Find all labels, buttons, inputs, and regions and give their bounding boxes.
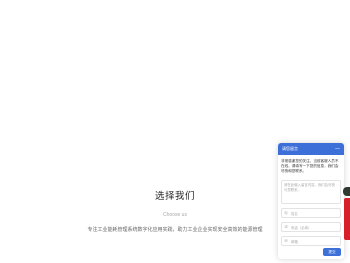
submit-button[interactable]: 提交 (323, 248, 341, 256)
phone-placeholder: 电话（必填） (291, 225, 312, 230)
message-textarea[interactable]: 请在此输入留言内容，我们会尽快与您联系。 (281, 180, 341, 204)
email-field[interactable]: ✉ 邮箱 (281, 236, 341, 246)
minimize-button[interactable]: — (335, 143, 340, 155)
chat-header: 请您留言 — (278, 143, 344, 155)
side-contact-tab[interactable] (344, 198, 350, 240)
phone-icon: ☏ (284, 225, 289, 229)
side-float-button[interactable] (343, 187, 350, 196)
textarea-placeholder: 请在此输入留言内容，我们会尽快与您联系。 (284, 183, 335, 192)
chat-header-title: 请您留言 (282, 146, 298, 151)
user-icon: ☺ (284, 211, 288, 215)
email-placeholder: 邮箱 (291, 239, 298, 244)
chat-message: 非常感谢您的关注，当前客服人员不在线，请填写一下您的信息，我们会尽快和您联系。 (281, 159, 339, 173)
phone-field[interactable]: ☏ 电话（必填） (281, 222, 341, 232)
name-placeholder: 姓名 (291, 211, 298, 216)
mail-icon: ✉ (284, 239, 288, 243)
chat-widget: 请您留言 — 非常感谢您的关注，当前客服人员不在线，请填写一下您的信息，我们会尽… (278, 143, 344, 259)
name-field[interactable]: ☺ 姓名 (281, 208, 341, 218)
